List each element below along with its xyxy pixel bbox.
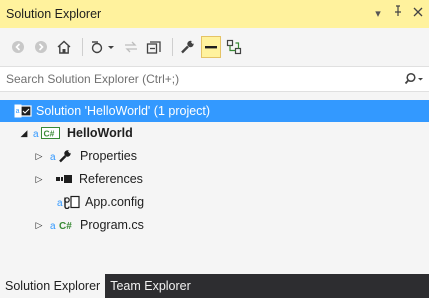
tree-item-references[interactable]: ▷ References <box>0 168 429 190</box>
close-icon[interactable] <box>411 5 425 23</box>
back-arrow-icon[interactable] <box>8 36 28 58</box>
preview-selected-items-icon[interactable] <box>201 36 221 58</box>
solution-label: Solution 'HelloWorld' (1 project) <box>36 104 211 118</box>
item-label: References <box>79 172 143 186</box>
tab-label: Team Explorer <box>110 279 191 293</box>
toolbar <box>0 28 429 66</box>
references-icon <box>55 172 75 186</box>
bottom-tab-strip: Solution Explorer Team Explorer <box>0 274 429 298</box>
tree-item-properties[interactable]: ▷ a Properties <box>0 145 429 167</box>
pin-icon[interactable] <box>391 5 405 23</box>
tree-item-solution[interactable]: a Solution 'HelloWorld' (1 project) <box>0 100 429 122</box>
toolbar-separator <box>172 38 173 56</box>
home-icon[interactable] <box>54 36 74 58</box>
solution-tree: a Solution 'HelloWorld' (1 project) ◢ aC… <box>0 92 429 264</box>
tree-item-app-config[interactable]: a App.config <box>0 191 429 213</box>
tree-item-project[interactable]: ◢ a C# HelloWorld <box>0 122 429 144</box>
svg-text:a: a <box>50 152 56 163</box>
properties-wrench-icon[interactable] <box>178 36 198 58</box>
expanded-arrow-icon[interactable]: ◢ <box>18 128 30 139</box>
item-label: Properties <box>80 149 137 163</box>
search-icon[interactable] <box>399 72 429 86</box>
window-title: Solution Explorer <box>6 7 102 21</box>
svg-text:a: a <box>50 221 56 232</box>
solution-icon: a <box>14 103 32 119</box>
tree-item-program-cs[interactable]: ▷ a C# Program.cs <box>0 214 429 236</box>
svg-text:C#: C# <box>59 221 72 232</box>
svg-text:a: a <box>16 108 20 115</box>
csharp-project-icon: a C# <box>33 126 63 140</box>
pending-changes-filter-icon[interactable] <box>88 36 118 58</box>
forward-arrow-icon[interactable] <box>31 36 51 58</box>
svg-text:a: a <box>57 198 63 209</box>
title-bar: Solution Explorer ▾ <box>0 0 429 28</box>
csharp-file-icon: a C# <box>50 218 76 232</box>
dropdown-icon[interactable]: ▾ <box>371 5 385 23</box>
solution-explorer-window: Solution Explorer ▾ Search Solution Expl… <box>0 0 429 298</box>
collapsed-arrow-icon[interactable]: ▷ <box>33 220 45 231</box>
wrench-icon: a <box>50 149 76 163</box>
collapse-all-icon[interactable] <box>144 36 164 58</box>
tab-label: Solution Explorer <box>5 279 101 293</box>
config-file-icon: a <box>57 195 81 209</box>
svg-text:a: a <box>33 129 39 140</box>
tab-solution-explorer[interactable]: Solution Explorer <box>0 274 106 298</box>
search-input[interactable] <box>0 67 399 91</box>
view-class-diagram-icon[interactable] <box>224 36 244 58</box>
title-controls: ▾ <box>371 5 425 23</box>
sync-with-document-icon[interactable] <box>121 36 141 58</box>
item-label: App.config <box>85 195 145 209</box>
svg-text:C#: C# <box>44 129 55 139</box>
toolbar-separator <box>82 38 83 56</box>
collapsed-arrow-icon[interactable]: ▷ <box>33 151 45 162</box>
search-box <box>0 66 429 92</box>
item-label: Program.cs <box>80 218 144 232</box>
project-label: HelloWorld <box>67 126 133 140</box>
tab-gap <box>0 264 429 274</box>
tab-team-explorer[interactable]: Team Explorer <box>105 274 196 298</box>
collapsed-arrow-icon[interactable]: ▷ <box>33 174 45 185</box>
